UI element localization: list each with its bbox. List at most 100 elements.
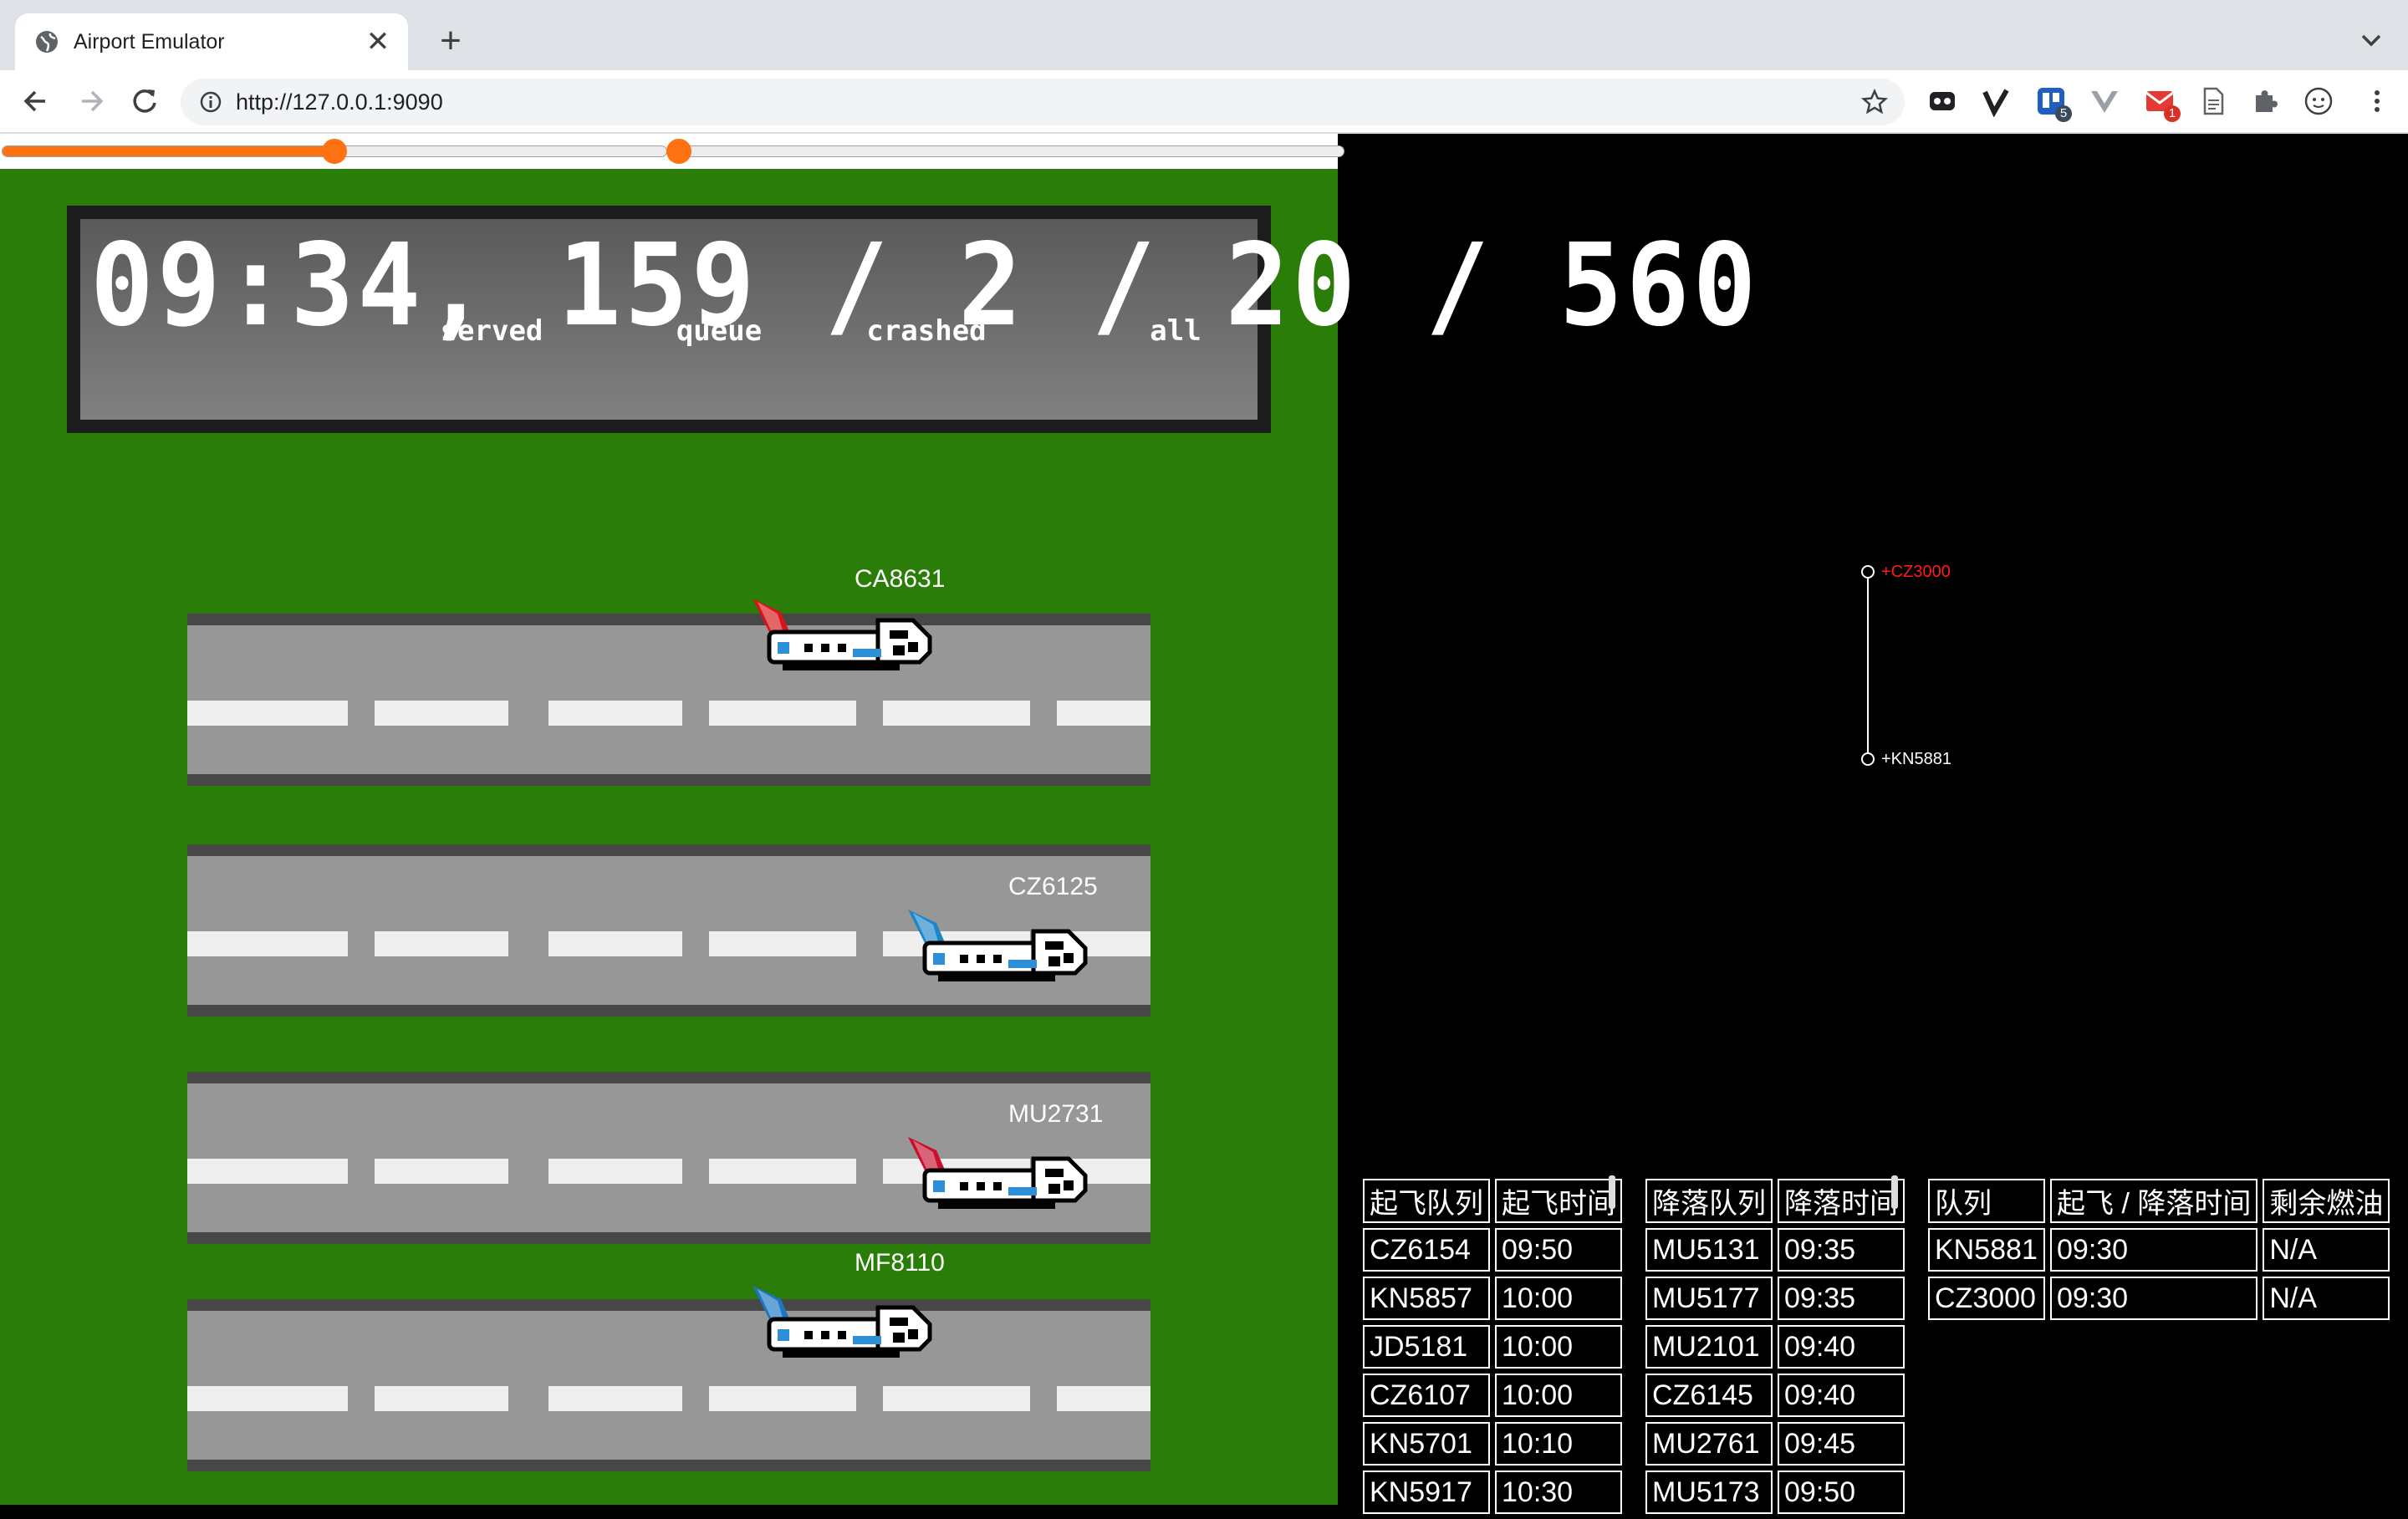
bookmark-star-icon[interactable]	[1861, 89, 1888, 115]
table-header-row: 队列 起飞 / 降落时间 剩余燃油	[1928, 1179, 2390, 1223]
table-row[interactable]: KN5917 10:30	[1363, 1471, 1622, 1514]
table-cell: 09:35	[1778, 1277, 1905, 1320]
all-label: all	[1150, 314, 1201, 348]
crashed-label: crashed	[866, 314, 987, 348]
flight-label: CA8631	[855, 565, 946, 593]
chevron-down-icon[interactable]	[2354, 23, 2388, 57]
landing-queue-table: 降落队列 降落时间 MU5131 09:35 MU5177 09:35 MU2101 09:4…	[1640, 1174, 1910, 1519]
table-cell: 09:50	[1778, 1471, 1905, 1514]
column-header: 降落时间	[1778, 1179, 1905, 1223]
extension-document-icon[interactable]	[2197, 85, 2229, 117]
runway-center-dash	[548, 1386, 682, 1411]
time-slider[interactable]	[679, 145, 1344, 157]
queue-label: queue	[676, 314, 763, 348]
flight-label: MF8110	[855, 1249, 945, 1277]
column-header: 降落队列	[1645, 1179, 1773, 1223]
extension-mail-icon[interactable]: 1	[2144, 85, 2181, 122]
table-cell: KN5857	[1363, 1277, 1490, 1320]
table-cell: 09:40	[1778, 1374, 1905, 1417]
slider-bar	[0, 134, 1344, 169]
table-row[interactable]: CZ6145 09:40	[1645, 1374, 1905, 1417]
extensions-puzzle-icon[interactable]	[2249, 85, 2281, 117]
table-cell: KN5881	[1928, 1228, 2045, 1272]
speed-slider-thumb[interactable]	[322, 139, 347, 164]
more-menu-icon[interactable]	[2361, 85, 2393, 117]
table-cell: MU2101	[1645, 1325, 1773, 1369]
forward-arrow-icon[interactable]	[72, 82, 110, 120]
airplane-icon[interactable]	[752, 1286, 936, 1366]
extension-v-icon[interactable]	[1980, 85, 2012, 117]
table-row[interactable]: MU5177 09:35	[1645, 1277, 1905, 1320]
runway-center-dash	[883, 1386, 1030, 1411]
table-cell: CZ6107	[1363, 1374, 1490, 1417]
extension-vue-icon[interactable]	[2089, 85, 2120, 117]
takeoff-queue-table: 起飞队列 起飞时间 CZ6154 09:50 KN5857 10:00 JD5181 10:0…	[1358, 1174, 1627, 1519]
table-header-row: 起飞队列 起飞时间	[1363, 1179, 1622, 1223]
table-cell: 10:00	[1495, 1325, 1622, 1369]
table-row[interactable]: MU5173 09:50	[1645, 1471, 1905, 1514]
runway-center-dash	[375, 1386, 508, 1411]
table-row[interactable]: CZ6154 09:50	[1363, 1228, 1622, 1272]
airplane-icon[interactable]	[752, 599, 936, 679]
runway	[187, 1299, 1150, 1471]
node-circle[interactable]	[1861, 565, 1875, 579]
profile-avatar-icon[interactable]	[2303, 85, 2334, 117]
table-cell: 10:00	[1495, 1277, 1622, 1320]
table-cell: KN5701	[1363, 1422, 1490, 1465]
table-row[interactable]: MU2761 09:45	[1645, 1422, 1905, 1465]
runway-center-dash	[187, 701, 348, 726]
time-slider-thumb[interactable]	[666, 139, 691, 164]
info-icon[interactable]	[199, 90, 222, 114]
table-row[interactable]: KN5881 09:30 N/A	[1928, 1228, 2390, 1272]
table-row[interactable]: JD5181 10:00	[1363, 1325, 1622, 1369]
browser-tab-strip: Airport Emulator ✕ +	[0, 0, 2408, 70]
runway-center-dash	[187, 1386, 348, 1411]
runway-center-dash	[548, 931, 682, 956]
table-cell: N/A	[2263, 1277, 2390, 1320]
speed-slider-fill	[3, 146, 334, 156]
runway-center-dash	[548, 1159, 682, 1184]
close-tab-icon[interactable]: ✕	[361, 25, 395, 59]
table-cell: 09:50	[1495, 1228, 1622, 1272]
column-header: 起飞时间	[1495, 1179, 1622, 1223]
runway-center-dash	[375, 701, 508, 726]
extension-badge: 1	[2164, 105, 2181, 122]
back-arrow-icon[interactable]	[17, 82, 55, 120]
new-tab-button[interactable]: +	[431, 22, 470, 60]
runway-center-dash	[187, 1159, 348, 1184]
table-row[interactable]: MU2101 09:40	[1645, 1325, 1905, 1369]
takeoff-scrollbar[interactable]	[1609, 1175, 1615, 1209]
runway-center-dash	[883, 701, 1030, 726]
holding-queue-table: 队列 起飞 / 降落时间 剩余燃油 KN5881 09:30 N/A CZ3000 09:30…	[1923, 1174, 2395, 1325]
node-circle[interactable]	[1861, 752, 1875, 766]
scoreboard: 09:34, 159 / 2 / 20 / 560 served queue c…	[67, 206, 1756, 433]
table-cell: 09:30	[2050, 1277, 2258, 1320]
table-cell: CZ6145	[1645, 1374, 1773, 1417]
runway-center-dash	[375, 1159, 508, 1184]
extension-badge: 5	[2055, 105, 2072, 122]
url-text: http://127.0.0.1:9090	[236, 89, 443, 115]
table-row[interactable]: CZ6107 10:00	[1363, 1374, 1622, 1417]
extension-mask-icon[interactable]	[1926, 85, 1958, 117]
address-bar[interactable]: http://127.0.0.1:9090	[181, 79, 1905, 125]
airplane-icon[interactable]	[908, 910, 1092, 990]
browser-tab[interactable]: Airport Emulator ✕	[15, 13, 408, 70]
table-row[interactable]: MU5131 09:35	[1645, 1228, 1905, 1272]
table-row[interactable]: KN5701 10:10	[1363, 1422, 1622, 1465]
landing-scrollbar[interactable]	[1891, 1175, 1898, 1209]
table-cell: 09:30	[2050, 1228, 2258, 1272]
runway-center-dash	[709, 931, 856, 956]
globe-icon	[36, 31, 58, 53]
runway-center-dash	[548, 701, 682, 726]
runway-center-dash	[375, 931, 508, 956]
table-row[interactable]: CZ3000 09:30 N/A	[1928, 1277, 2390, 1320]
airplane-icon[interactable]	[908, 1137, 1092, 1217]
runway-center-dash	[709, 701, 856, 726]
table-cell: JD5181	[1363, 1325, 1490, 1369]
table-row[interactable]: KN5857 10:00	[1363, 1277, 1622, 1320]
reload-icon[interactable]	[125, 82, 164, 120]
table-cell: N/A	[2263, 1228, 2390, 1272]
extension-trello-icon[interactable]: 5	[2035, 85, 2072, 122]
column-header: 起飞 / 降落时间	[2050, 1179, 2258, 1223]
airport-field: 09:34, 159 / 2 / 20 / 560 served queue c…	[0, 169, 1756, 1505]
